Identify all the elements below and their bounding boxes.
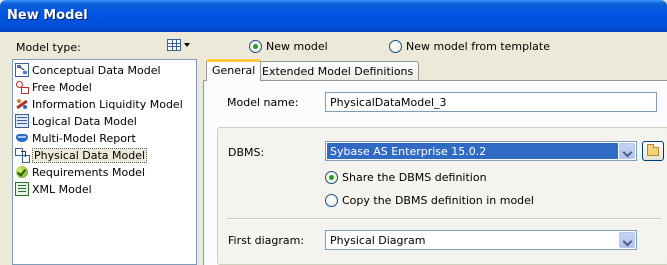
information-liquidity-icon [15, 97, 29, 111]
share-dbms-label: Share the DBMS definition [342, 171, 487, 184]
list-item-label: Physical Data Model [32, 147, 148, 163]
new-model-radio[interactable]: New model [249, 40, 328, 53]
free-model-icon [15, 80, 29, 94]
list-item[interactable]: Free Model [15, 79, 94, 95]
list-item-label: Multi-Model Report [32, 131, 136, 145]
list-item[interactable]: Logical Data Model [15, 113, 139, 129]
conceptual-model-icon [15, 63, 29, 77]
list-item-label: Conceptual Data Model [32, 63, 161, 77]
model-type-label: Model type: [16, 41, 81, 54]
xml-model-icon [15, 182, 29, 196]
share-dbms-radio[interactable]: Share the DBMS definition [325, 171, 487, 184]
list-item[interactable]: Conceptual Data Model [15, 62, 163, 78]
model-type-list[interactable]: Conceptual Data Model Free Model Informa… [12, 59, 197, 265]
browse-dbms-button[interactable] [642, 141, 664, 161]
model-name-label: Model name: [227, 96, 299, 109]
dbms-selected-value: Sybase AS Enterprise 15.0.2 [327, 143, 618, 159]
copy-dbms-radio[interactable]: Copy the DBMS definition in model [325, 194, 534, 207]
list-item[interactable]: Physical Data Model [15, 147, 149, 163]
tab-extended-model-definitions[interactable]: Extended Model Definitions [256, 61, 420, 80]
logical-model-icon [15, 114, 29, 128]
list-item[interactable]: Requirements Model [15, 164, 147, 180]
group-divider [226, 218, 662, 220]
new-model-label: New model [266, 40, 328, 53]
list-item-label: Logical Data Model [32, 114, 137, 128]
list-item[interactable]: Multi-Model Report [15, 130, 138, 146]
dropdown-arrow-icon [184, 43, 190, 47]
physical-model-icon [15, 148, 29, 162]
first-diagram-selected-value: Physical Diagram [330, 234, 426, 247]
chevron-down-icon[interactable] [619, 143, 635, 159]
chevron-down-icon[interactable] [619, 232, 635, 248]
view-mode-button[interactable] [167, 39, 190, 53]
new-model-from-template-radio[interactable]: New model from template [389, 40, 550, 53]
report-icon [15, 131, 29, 145]
first-diagram-select[interactable]: Physical Diagram [325, 230, 637, 250]
dbms-select[interactable]: Sybase AS Enterprise 15.0.2 [325, 141, 637, 161]
list-item[interactable]: Information Liquidity Model [15, 96, 185, 112]
title-bar: New Model [0, 0, 667, 32]
template-label: New model from template [406, 40, 550, 53]
list-item-label: Requirements Model [32, 165, 145, 179]
copy-dbms-label: Copy the DBMS definition in model [342, 194, 534, 207]
share-dbms-radio-button[interactable] [325, 171, 338, 184]
list-item-label: Information Liquidity Model [32, 97, 183, 111]
list-item-label: XML Model [32, 182, 92, 196]
model-name-input[interactable]: PhysicalDataModel_3 [325, 92, 657, 112]
list-view-icon [167, 39, 181, 51]
list-item-label: Free Model [32, 80, 92, 94]
template-radio-button[interactable] [389, 40, 402, 53]
copy-dbms-radio-button[interactable] [325, 194, 338, 207]
folder-icon [647, 144, 659, 156]
requirements-icon [15, 165, 29, 179]
list-item[interactable]: XML Model [15, 181, 94, 197]
dbms-label: DBMS: [228, 146, 265, 159]
window-title: New Model [7, 8, 88, 23]
tab-general[interactable]: General [206, 59, 262, 81]
new-model-radio-button[interactable] [249, 40, 262, 53]
first-diagram-label: First diagram: [228, 234, 305, 247]
